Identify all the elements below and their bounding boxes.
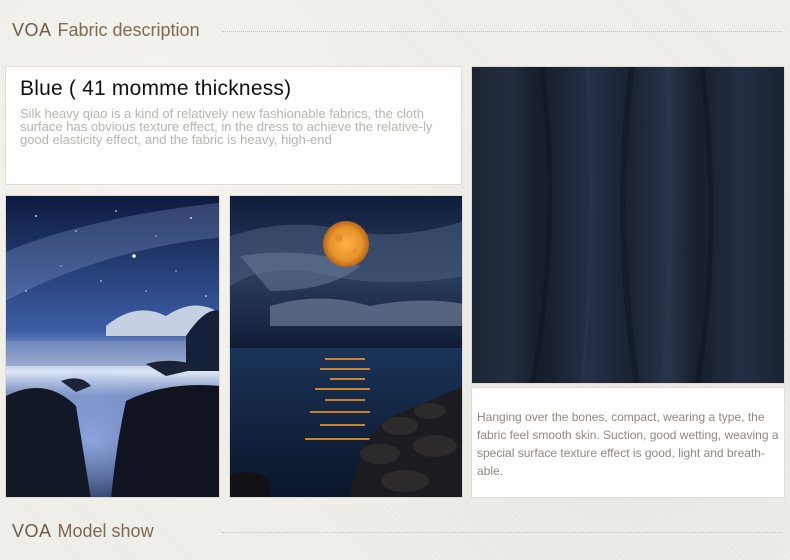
- heading-title: Fabric description: [57, 20, 200, 40]
- fabric-color-title: Blue ( 41 momme thickness): [20, 77, 292, 100]
- fabric-feature-card: Hanging over the bones, compact, wearing…: [471, 387, 785, 498]
- heading-divider: [222, 30, 782, 32]
- heading-brand: VOA: [12, 20, 52, 40]
- fabric-feature-text: Hanging over the bones, compact, wearing…: [477, 410, 779, 478]
- moon-sea-photo: [229, 195, 463, 498]
- heading-divider: [222, 531, 782, 533]
- fabric-description-heading: VOA Fabric description: [12, 20, 782, 41]
- navy-fabric-photo: [471, 66, 785, 384]
- heading-title: Model show: [57, 521, 154, 541]
- fabric-description-card: Blue ( 41 momme thickness) Silk heavy qi…: [5, 66, 462, 185]
- heading-brand: VOA: [12, 521, 52, 541]
- model-show-heading: VOA Model show: [12, 521, 782, 542]
- starry-coast-photo: [5, 195, 220, 498]
- fabric-description-text: Silk heavy qiao is a kind of relatively …: [20, 106, 433, 147]
